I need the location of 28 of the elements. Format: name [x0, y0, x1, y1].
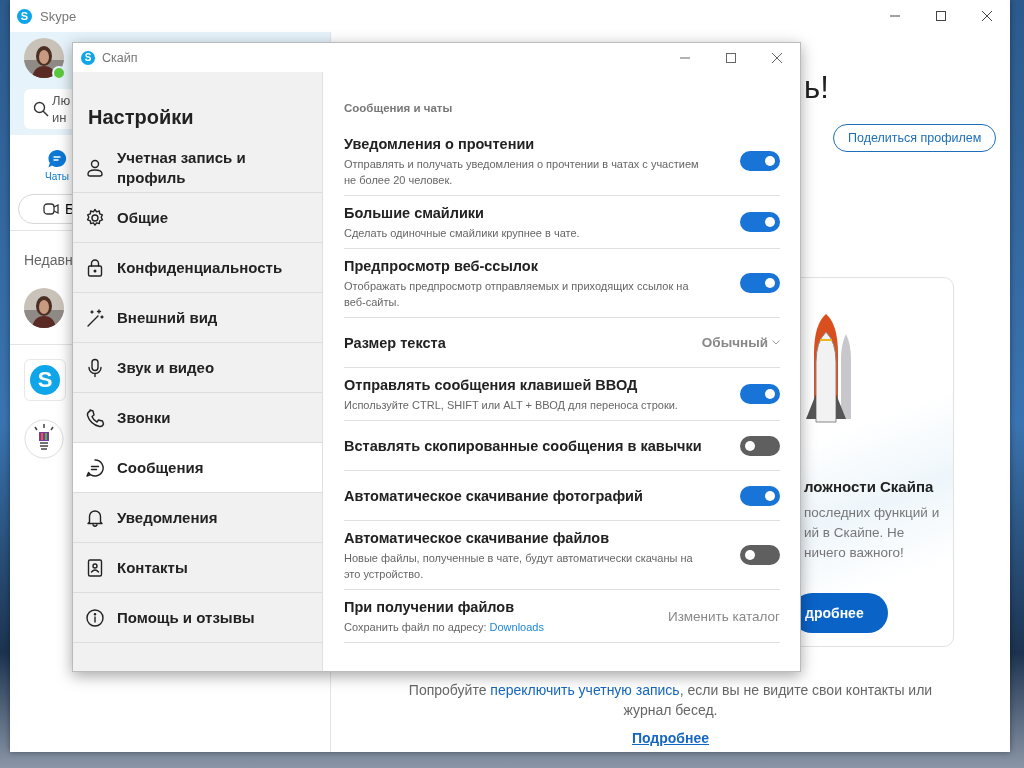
card-text: ий в Скайпе. Не [804, 524, 906, 542]
card-title: ложности Скайпа [804, 478, 935, 495]
setting-description: Отображать предпросмотр отправляемых и приходящих ссылок на веб-сайты. [344, 279, 690, 310]
setting-description: Новые файлы, полученные в чате, будут автоматически скачаны на это устройство. [344, 551, 694, 582]
setting-title: Размер текста [344, 333, 447, 353]
setting-title: Автоматическое скачивание фотографий [344, 486, 644, 506]
window-title: Скайп [102, 50, 139, 65]
setting-description: Сделать одиночные смайлики крупнее в чате. [344, 226, 581, 241]
setting-title: Большие смайлики [344, 204, 485, 223]
setting-title: Уведомления о прочтении [344, 135, 536, 154]
setting-description: Отправлять и получать уведомления о прочтении в чатах с участием не более 20 человек. [344, 157, 700, 188]
section-heading: Недавн [24, 252, 73, 268]
setting-title: Предпросмотр веб-ссылок [344, 257, 539, 276]
setting-title: Вставлять скопированные сообщения в кавычки [344, 436, 703, 456]
settings-heading: Настройки [87, 105, 195, 130]
card-text: ничего важного! [804, 544, 905, 562]
section-heading: Сообщения и чаты [344, 102, 454, 114]
greeting-heading: ь! [804, 70, 829, 106]
skype-logo-icon: S [17, 8, 32, 24]
setting-title: Автоматическое скачивание файлов [344, 529, 611, 548]
setting-title: При получении файлов [344, 598, 516, 617]
hint-text: Попробуйте переключить учетную запись, если вы не видите свои контакты или журнал бесед. [407, 681, 934, 720]
setting-description: Используйте CTRL, SHIFT или ALT + ВВОД для переноса строки. [344, 398, 679, 413]
window-title: Skype [40, 8, 78, 24]
setting-title: Отправлять сообщения клавишей ВВОД [344, 376, 639, 395]
card-text: последних функций и [804, 504, 941, 522]
setting-description: Сохранить файл по адресу: Downloads [344, 620, 545, 635]
skype-logo-icon: S [81, 50, 95, 65]
